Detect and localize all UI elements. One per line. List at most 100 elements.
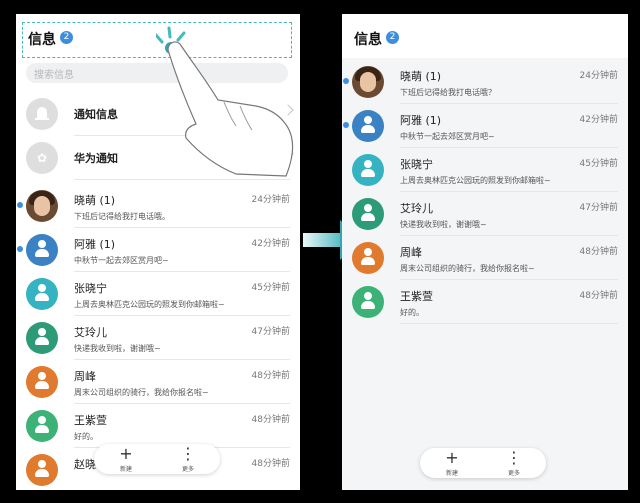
contact-name: 周峰	[74, 370, 96, 383]
avatar[interactable]	[26, 278, 58, 310]
person-body	[35, 425, 49, 433]
person-body	[361, 301, 375, 309]
person-head	[38, 284, 46, 292]
message-preview: 上周去奥林匹克公园玩的照发到你邮箱啦~	[74, 300, 225, 309]
avatar-face	[360, 72, 376, 92]
avatar-face	[34, 196, 50, 216]
bell-base	[35, 118, 49, 120]
contact-name: 阿雅 (1)	[74, 238, 116, 251]
avatar[interactable]	[26, 366, 58, 398]
right-phone-screen: 信息 2 晓萌 (1) 下班后记得给我打电话哦？ 24分钟前 阿雅 (1) 中秋节一起去…	[342, 14, 628, 490]
new-label: 新建	[445, 470, 458, 477]
person-icon	[361, 248, 375, 267]
message-header[interactable]: 信息 2	[342, 14, 628, 58]
unread-count-badge: 2	[386, 31, 399, 44]
contact-name: 阿雅 (1)	[400, 114, 442, 127]
person-head	[364, 204, 372, 212]
person-icon	[361, 160, 375, 179]
system-item-label: 华为通知	[74, 152, 118, 165]
person-icon	[35, 416, 49, 435]
new-message-button[interactable]: + 新建	[432, 450, 472, 478]
more-vertical-icon: ⋮	[180, 444, 196, 463]
person-icon	[361, 116, 375, 135]
contact-name: 王紫萱	[74, 414, 107, 427]
contact-name: 晓萌 (1)	[74, 194, 116, 207]
list-item[interactable]: 周峰 周末公司组织的骑行，我给你报名啦~ 48分钟前	[342, 236, 628, 280]
person-head	[38, 372, 46, 380]
avatar[interactable]	[352, 110, 384, 142]
more-label: 更多	[507, 470, 520, 477]
huawei-flower-icon: ✿	[36, 151, 48, 165]
message-preview: 周末公司组织的骑行，我给你报名啦~	[74, 388, 209, 397]
avatar[interactable]	[352, 242, 384, 274]
avatar[interactable]	[26, 234, 58, 266]
divider	[400, 323, 618, 324]
person-head	[38, 240, 46, 248]
new-label: 新建	[119, 466, 132, 473]
avatar[interactable]	[26, 454, 58, 486]
message-preview: 好的。	[400, 308, 424, 317]
avatar[interactable]	[26, 322, 58, 354]
list-item[interactable]: 晓萌 (1) 下班后记得给我打电话哦。 24分钟前	[16, 184, 300, 228]
message-time: 24分钟前	[579, 71, 618, 81]
list-item[interactable]: 艾玲儿快递我收到啦，谢谢哦~ 47分钟前	[342, 192, 628, 236]
message-preview: 下班后记得给我打电话哦？	[400, 88, 496, 97]
message-time: 48分钟前	[579, 291, 618, 301]
list-item[interactable]: 阿雅 (1) 中秋节一起去郊区赏月吧~ 42分钟前	[342, 104, 628, 148]
unread-dot	[343, 122, 349, 128]
avatar[interactable]	[352, 66, 384, 98]
list-item[interactable]: 张晓宁 上周去奥林匹克公园玩的照发到你邮箱啦~ 45分钟前	[16, 272, 300, 316]
person-head	[364, 292, 372, 300]
contact-name: 赵晓	[74, 458, 96, 471]
list-item[interactable]: 王紫萱好的。 48分钟前	[342, 280, 628, 324]
person-body	[35, 469, 49, 477]
message-time: 48分钟前	[579, 247, 618, 257]
person-body	[361, 169, 375, 177]
message-preview: 下班后记得给我打电话哦。	[74, 212, 170, 221]
contact-name: 张晓宁	[400, 158, 433, 171]
person-body	[35, 381, 49, 389]
list-item[interactable]: 阿雅 (1) 中秋节一起去郊区赏月吧~ 42分钟前	[16, 228, 300, 272]
contact-name: 艾玲儿	[400, 202, 433, 215]
contact-name: 周峰	[400, 246, 422, 259]
list-item[interactable]: 晓萌 (1) 下班后记得给我打电话哦？ 24分钟前	[342, 60, 628, 104]
person-icon	[35, 372, 49, 391]
person-icon	[35, 460, 49, 479]
bottom-action-bar: + 新建 ⋮ 更多	[420, 448, 546, 478]
message-time: 24分钟前	[251, 195, 290, 205]
plus-icon: +	[119, 444, 133, 463]
person-icon	[361, 292, 375, 311]
list-item[interactable]: 周峰周末公司组织的骑行，我给你报名啦~ 48分钟前	[16, 360, 300, 404]
avatar[interactable]	[352, 198, 384, 230]
message-time: 48分钟前	[251, 371, 290, 381]
person-head	[38, 328, 46, 336]
more-button[interactable]: ⋮ 更多	[168, 444, 208, 474]
message-time: 42分钟前	[579, 115, 618, 125]
message-time: 47分钟前	[579, 203, 618, 213]
new-message-button[interactable]: + 新建	[106, 444, 146, 474]
unread-dot	[17, 246, 23, 252]
avatar[interactable]	[352, 154, 384, 186]
contact-name: 张晓宁	[74, 282, 107, 295]
person-body	[35, 249, 49, 257]
avatar[interactable]	[352, 286, 384, 318]
avatar[interactable]	[26, 410, 58, 442]
unread-dot	[17, 202, 23, 208]
list-item[interactable]: 王紫萱 好的。 48分钟前	[16, 404, 300, 448]
message-preview: 快递我收到啦，谢谢哦~	[74, 344, 161, 353]
message-preview: 快递我收到啦，谢谢哦~	[400, 220, 487, 229]
list-item[interactable]: 张晓宁 上周去奥林匹克公园玩的照发到你邮箱啦~ 45分钟前	[342, 148, 628, 192]
person-head	[364, 116, 372, 124]
notification-avatar	[26, 98, 58, 130]
list-item[interactable]: 艾玲儿 快递我收到啦，谢谢哦~ 47分钟前	[16, 316, 300, 360]
contact-name: 王紫萱	[400, 290, 433, 303]
more-button[interactable]: ⋮ 更多	[494, 450, 534, 478]
person-icon	[35, 328, 49, 347]
message-time: 42分钟前	[251, 239, 290, 249]
message-time: 48分钟前	[251, 459, 290, 469]
person-icon	[35, 240, 49, 259]
avatar[interactable]	[26, 190, 58, 222]
message-time: 47分钟前	[251, 327, 290, 337]
message-preview: 中秋节一起去郊区赏月吧~	[400, 132, 495, 141]
person-head	[38, 416, 46, 424]
